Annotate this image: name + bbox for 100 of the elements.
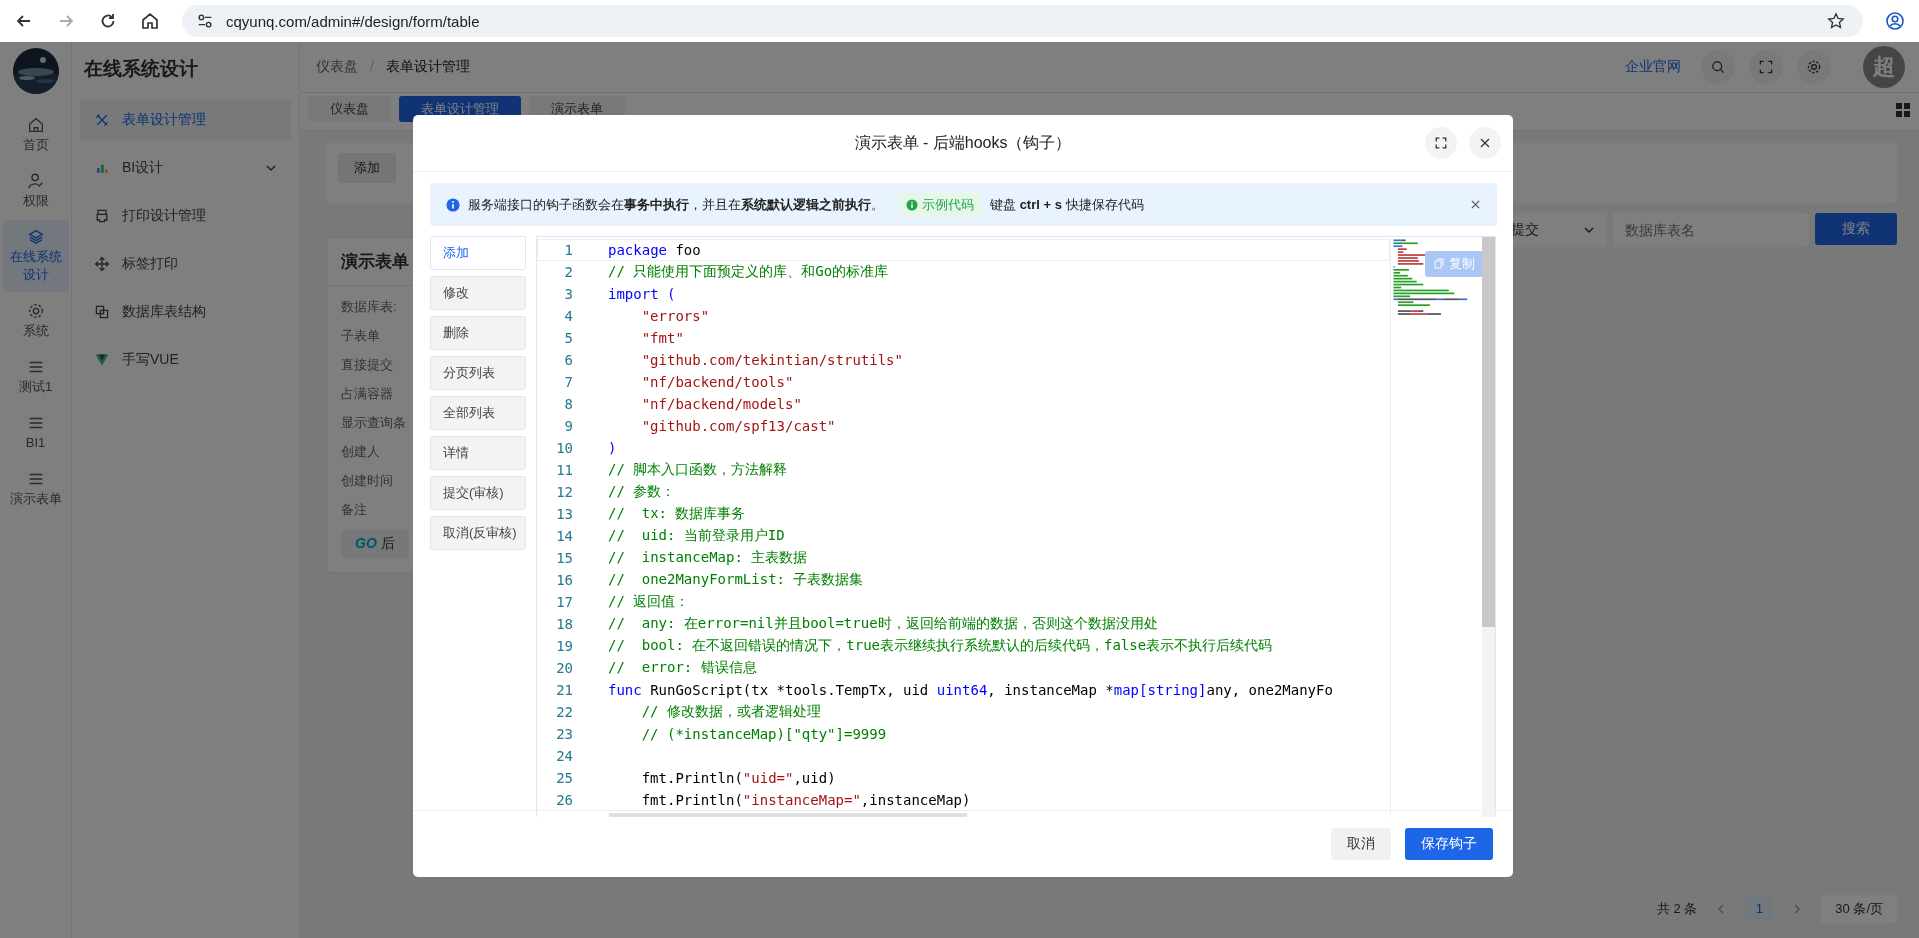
menu-item[interactable]: 打印设计管理 xyxy=(80,196,291,236)
menu-item[interactable]: 手写VUE xyxy=(80,340,291,380)
close-icon[interactable] xyxy=(1470,199,1481,210)
rail-item[interactable]: 在线系统设计 xyxy=(2,220,69,292)
copy-icon xyxy=(1433,258,1445,270)
hook-tab[interactable]: 详情 xyxy=(430,436,526,470)
line-number: 2 xyxy=(563,264,573,280)
rail-item[interactable]: 测试1 xyxy=(2,350,69,404)
fullscreen-button[interactable] xyxy=(1425,127,1457,159)
code-line: // 修改数据，或者逻辑处理 xyxy=(641,703,821,721)
line-number: 26 xyxy=(555,792,573,808)
rail-item[interactable]: 权限 xyxy=(2,164,69,218)
hook-tab[interactable]: 删除 xyxy=(430,316,526,350)
address-bar[interactable]: cqyunq.com/admin#/design/form/table xyxy=(182,5,1863,37)
code-editor[interactable] xyxy=(536,236,1496,817)
code-line: "nf/backend/tools" xyxy=(641,374,794,390)
code-line: "github.com/tekintian/strutils" xyxy=(641,352,903,368)
code-line: "nf/backend/models" xyxy=(641,396,802,412)
rail-item[interactable]: 演示表单 xyxy=(2,462,69,516)
code-line: // any: 在error=nil并且bool=true时，返回给前端的数据，否则这个数据没用处 xyxy=(608,615,1158,633)
code-line: ) xyxy=(608,440,617,456)
star-icon[interactable] xyxy=(1827,12,1845,30)
save-hooks-button[interactable]: 保存钩子 xyxy=(1405,828,1493,860)
breadcrumb-item[interactable]: 仪表盘 xyxy=(316,58,358,76)
code-line: fmt.Println("uid=",uid) xyxy=(641,770,836,786)
code-line: // 参数： xyxy=(608,483,676,501)
code-line: // (*instanceMap)["qty"]=9999 xyxy=(641,726,887,742)
grid-icon[interactable] xyxy=(1895,102,1911,118)
page-size-select[interactable]: 30 条/页 xyxy=(1821,895,1897,923)
go-hooks-button[interactable]: GO 后 xyxy=(341,530,409,558)
app-title: 在线系统设计 xyxy=(82,57,199,81)
line-number: 11 xyxy=(555,462,573,478)
code-line: // instanceMap: 主表数据 xyxy=(608,549,808,567)
line-number: 16 xyxy=(555,572,573,588)
info-icon xyxy=(906,198,918,211)
rail-item[interactable]: BI1 xyxy=(2,406,69,460)
field-label: 创建人 xyxy=(341,443,380,461)
site-settings-icon[interactable] xyxy=(196,12,214,30)
search-button[interactable] xyxy=(1701,50,1735,84)
total-count: 共 2 条 xyxy=(1656,900,1698,918)
code-line: // uid: 当前登录用户ID xyxy=(608,527,785,545)
tools-icon xyxy=(94,112,110,128)
line-number: 10 xyxy=(555,440,573,456)
hook-tab[interactable]: 提交(审核) xyxy=(430,476,526,510)
profile-icon[interactable] xyxy=(1885,11,1905,31)
home-icon xyxy=(26,116,45,134)
shortcut-hint: 键盘 ctrl + s 快捷保存代码 xyxy=(990,195,1144,214)
table-name-field[interactable]: 数据库表名 xyxy=(1613,213,1809,247)
breadcrumb-item[interactable]: 表单设计管理 xyxy=(385,58,470,76)
fullscreen-button[interactable] xyxy=(1749,50,1783,84)
rail-item[interactable]: 系统 xyxy=(2,294,69,348)
gear-icon xyxy=(26,302,45,320)
field-label: 子表单 xyxy=(341,327,380,345)
code-line: // one2ManyFormList: 子表数据集 xyxy=(608,571,864,589)
line-number: 4 xyxy=(563,308,573,324)
fullscreen-icon xyxy=(1758,59,1774,75)
rail-item[interactable]: 首页 xyxy=(2,108,69,162)
page-tab[interactable]: 仪表盘 xyxy=(308,96,391,122)
hook-tab[interactable]: 修改 xyxy=(430,276,526,310)
vertical-scrollbar[interactable] xyxy=(1482,237,1495,817)
line-number: 17 xyxy=(555,594,573,610)
line-number: 24 xyxy=(555,748,573,764)
menu-item[interactable]: BI设计 xyxy=(80,148,291,188)
cancel-button[interactable]: 取消 xyxy=(1331,828,1391,860)
line-number: 25 xyxy=(555,770,573,786)
menu-item[interactable]: 表单设计管理 xyxy=(80,100,291,140)
line-number: 15 xyxy=(555,550,573,566)
website-link[interactable]: 企业官网 xyxy=(1625,58,1681,76)
close-button[interactable] xyxy=(1469,127,1501,159)
add-button[interactable]: 添加 xyxy=(338,153,396,183)
hook-tab[interactable]: 全部列表 xyxy=(430,396,526,430)
hook-tab[interactable]: 添加 xyxy=(430,236,526,270)
search-button[interactable]: 搜索 xyxy=(1815,213,1897,245)
printer-icon xyxy=(94,208,110,224)
line-number: 21 xyxy=(555,682,573,698)
example-code-tag[interactable]: 示例代码 xyxy=(898,192,982,217)
menu-item[interactable]: 数据库表结构 xyxy=(80,292,291,332)
page-number[interactable]: 1 xyxy=(1745,896,1774,922)
field-label: 直接提交 xyxy=(341,356,393,374)
code-line: import ( xyxy=(608,286,676,302)
alert-text: 服务端接口的钩子函数会在事务中执行，并且在系统默认逻辑之前执行。 xyxy=(468,195,884,214)
line-number: 23 xyxy=(555,726,573,742)
line-number: 3 xyxy=(563,286,573,302)
dialog-title: 演示表单 - 后端hooks（钩子） xyxy=(853,132,1073,153)
info-icon xyxy=(446,197,460,212)
code-line: "fmt" xyxy=(641,330,684,346)
code-line: fmt.Println("instanceMap=",instanceMap) xyxy=(641,792,971,808)
home-icon[interactable] xyxy=(140,11,160,31)
code-line: package foo xyxy=(608,242,701,258)
copy-icon xyxy=(94,304,110,320)
layers-icon xyxy=(26,228,45,246)
settings-button[interactable] xyxy=(1797,50,1831,84)
menu-item[interactable]: 标签打印 xyxy=(80,244,291,284)
url-text: cqyunq.com/admin#/design/form/table xyxy=(226,12,481,30)
line-number: 20 xyxy=(555,660,573,676)
hook-tab[interactable]: 取消(反审核) xyxy=(430,516,526,550)
line-number: 13 xyxy=(555,506,573,522)
hook-tab[interactable]: 分页列表 xyxy=(430,356,526,390)
code-line: // tx: 数据库事务 xyxy=(608,505,746,523)
line-number: 14 xyxy=(555,528,573,544)
